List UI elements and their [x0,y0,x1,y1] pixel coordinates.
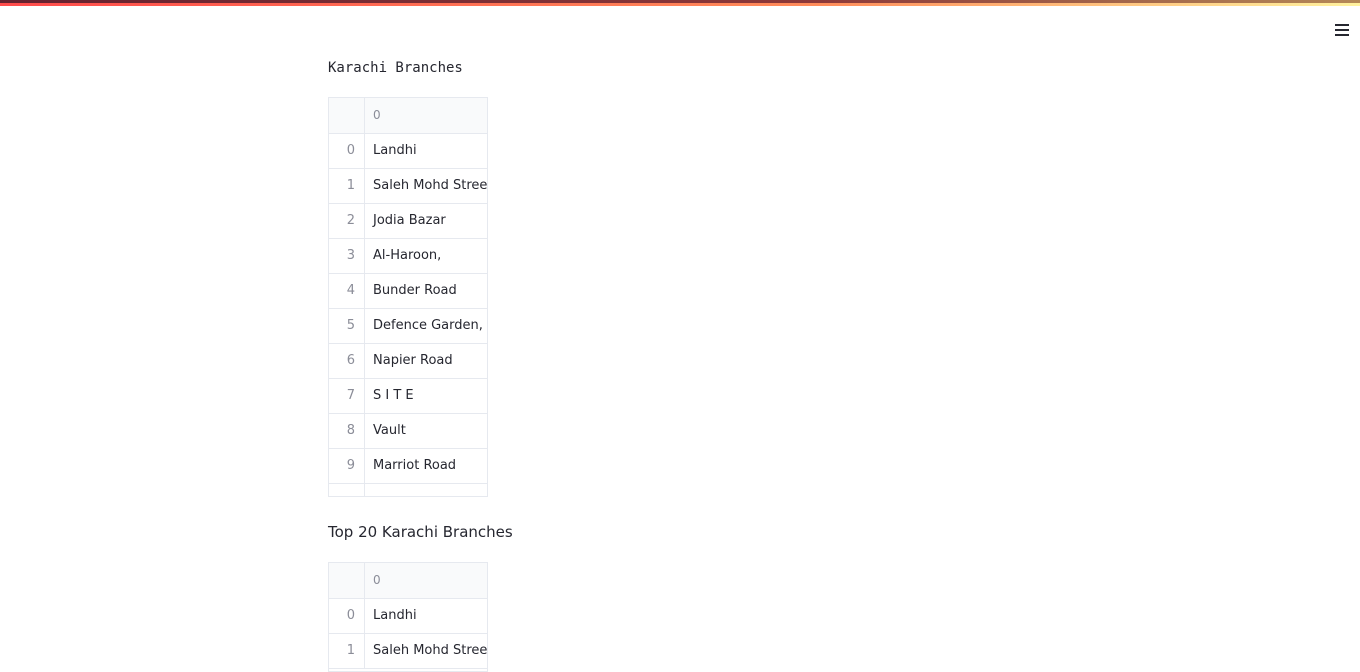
table-row: 3 Al-Haroon, [329,239,487,274]
row-index [329,484,365,496]
row-value[interactable]: Al-Haroon, [365,239,487,273]
table-row: 4 Bunder Road [329,274,487,309]
row-value[interactable]: Landhi [365,599,487,633]
row-index: 1 [329,634,365,668]
dataframe-top-20-karachi-branches[interactable]: 0 0 Landhi 1 Saleh Mohd Street [328,562,488,672]
row-index: 5 [329,309,365,343]
row-value[interactable]: Napier Road [365,344,487,378]
table-row: 0 Landhi [329,134,487,169]
table-row: 9 Marriot Road [329,449,487,484]
table-row: 2 Jodia Bazar [329,204,487,239]
column-header-cell[interactable]: 0 [365,563,487,598]
row-index: 7 [329,379,365,413]
row-value[interactable]: Marriot Road [365,449,487,483]
table-row: 1 Saleh Mohd Street [329,169,487,204]
row-value[interactable]: S I T E [365,379,487,413]
index-header-cell [329,563,365,598]
row-index: 9 [329,449,365,483]
row-value[interactable]: Saleh Mohd Street [365,169,487,203]
table-row: 1 Saleh Mohd Street [329,634,487,669]
row-value[interactable]: Defence Garden, [365,309,487,343]
row-value[interactable]: Landhi [365,134,487,168]
table-header-row: 0 [329,98,487,134]
row-value[interactable]: Bunder Road [365,274,487,308]
row-value[interactable]: Jodia Bazar [365,204,487,238]
row-index: 6 [329,344,365,378]
table-row: 6 Napier Road [329,344,487,379]
table-row: 8 Vault [329,414,487,449]
main-menu-button[interactable] [1330,20,1354,40]
row-value[interactable]: Saleh Mohd Street [365,634,487,668]
dataframe-karachi-branches[interactable]: 0 0 Landhi 1 Saleh Mohd Street 2 Jodia Baza… [328,97,488,497]
table-row: 5 Defence Garden, [329,309,487,344]
row-index: 0 [329,599,365,633]
row-value[interactable] [365,484,487,496]
app-decoration-bar [0,0,1360,6]
table-row: 0 Landhi [329,599,487,634]
column-header-cell[interactable]: 0 [365,98,487,133]
table-row-partial [329,484,487,496]
row-value[interactable]: Vault [365,414,487,448]
row-index: 2 [329,204,365,238]
table-header-row: 0 [329,563,487,599]
row-index: 8 [329,414,365,448]
row-index: 4 [329,274,365,308]
table-row: 7S I T E [329,379,487,414]
row-index: 0 [329,134,365,168]
index-header-cell [329,98,365,133]
section-title-top-20-karachi-branches: Top 20 Karachi Branches [328,523,513,541]
row-index: 3 [329,239,365,273]
section-title-karachi-branches: Karachi Branches [328,60,463,76]
row-index: 1 [329,169,365,203]
